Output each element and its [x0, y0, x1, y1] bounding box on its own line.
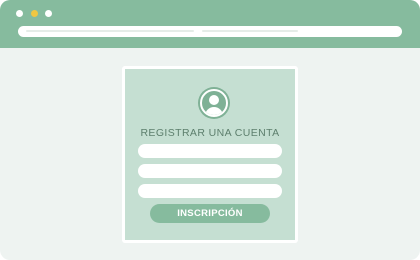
- avatar-head: [209, 95, 219, 105]
- close-dot[interactable]: [16, 10, 23, 17]
- registration-form: REGISTRAR UNA CUENTA INSCRIPCIÓN: [125, 69, 295, 240]
- form-field-1[interactable]: [138, 144, 282, 158]
- avatar-ring: [200, 89, 228, 117]
- address-bar[interactable]: [18, 26, 402, 37]
- minimize-dot[interactable]: [31, 10, 38, 17]
- avatar-shoulders: [205, 107, 223, 115]
- title-bar: [0, 0, 420, 48]
- address-bar-placeholder-line: [202, 30, 298, 32]
- form-title: REGISTRAR UNA CUENTA: [140, 127, 280, 139]
- address-bar-placeholder-line: [26, 30, 194, 32]
- signup-button[interactable]: INSCRIPCIÓN: [150, 204, 270, 223]
- user-avatar-icon: [198, 87, 230, 119]
- registration-card: REGISTRAR UNA CUENTA INSCRIPCIÓN: [122, 66, 298, 243]
- maximize-dot[interactable]: [45, 10, 52, 17]
- browser-window: REGISTRAR UNA CUENTA INSCRIPCIÓN: [0, 0, 420, 260]
- form-field-3[interactable]: [138, 184, 282, 198]
- form-field-2[interactable]: [138, 164, 282, 178]
